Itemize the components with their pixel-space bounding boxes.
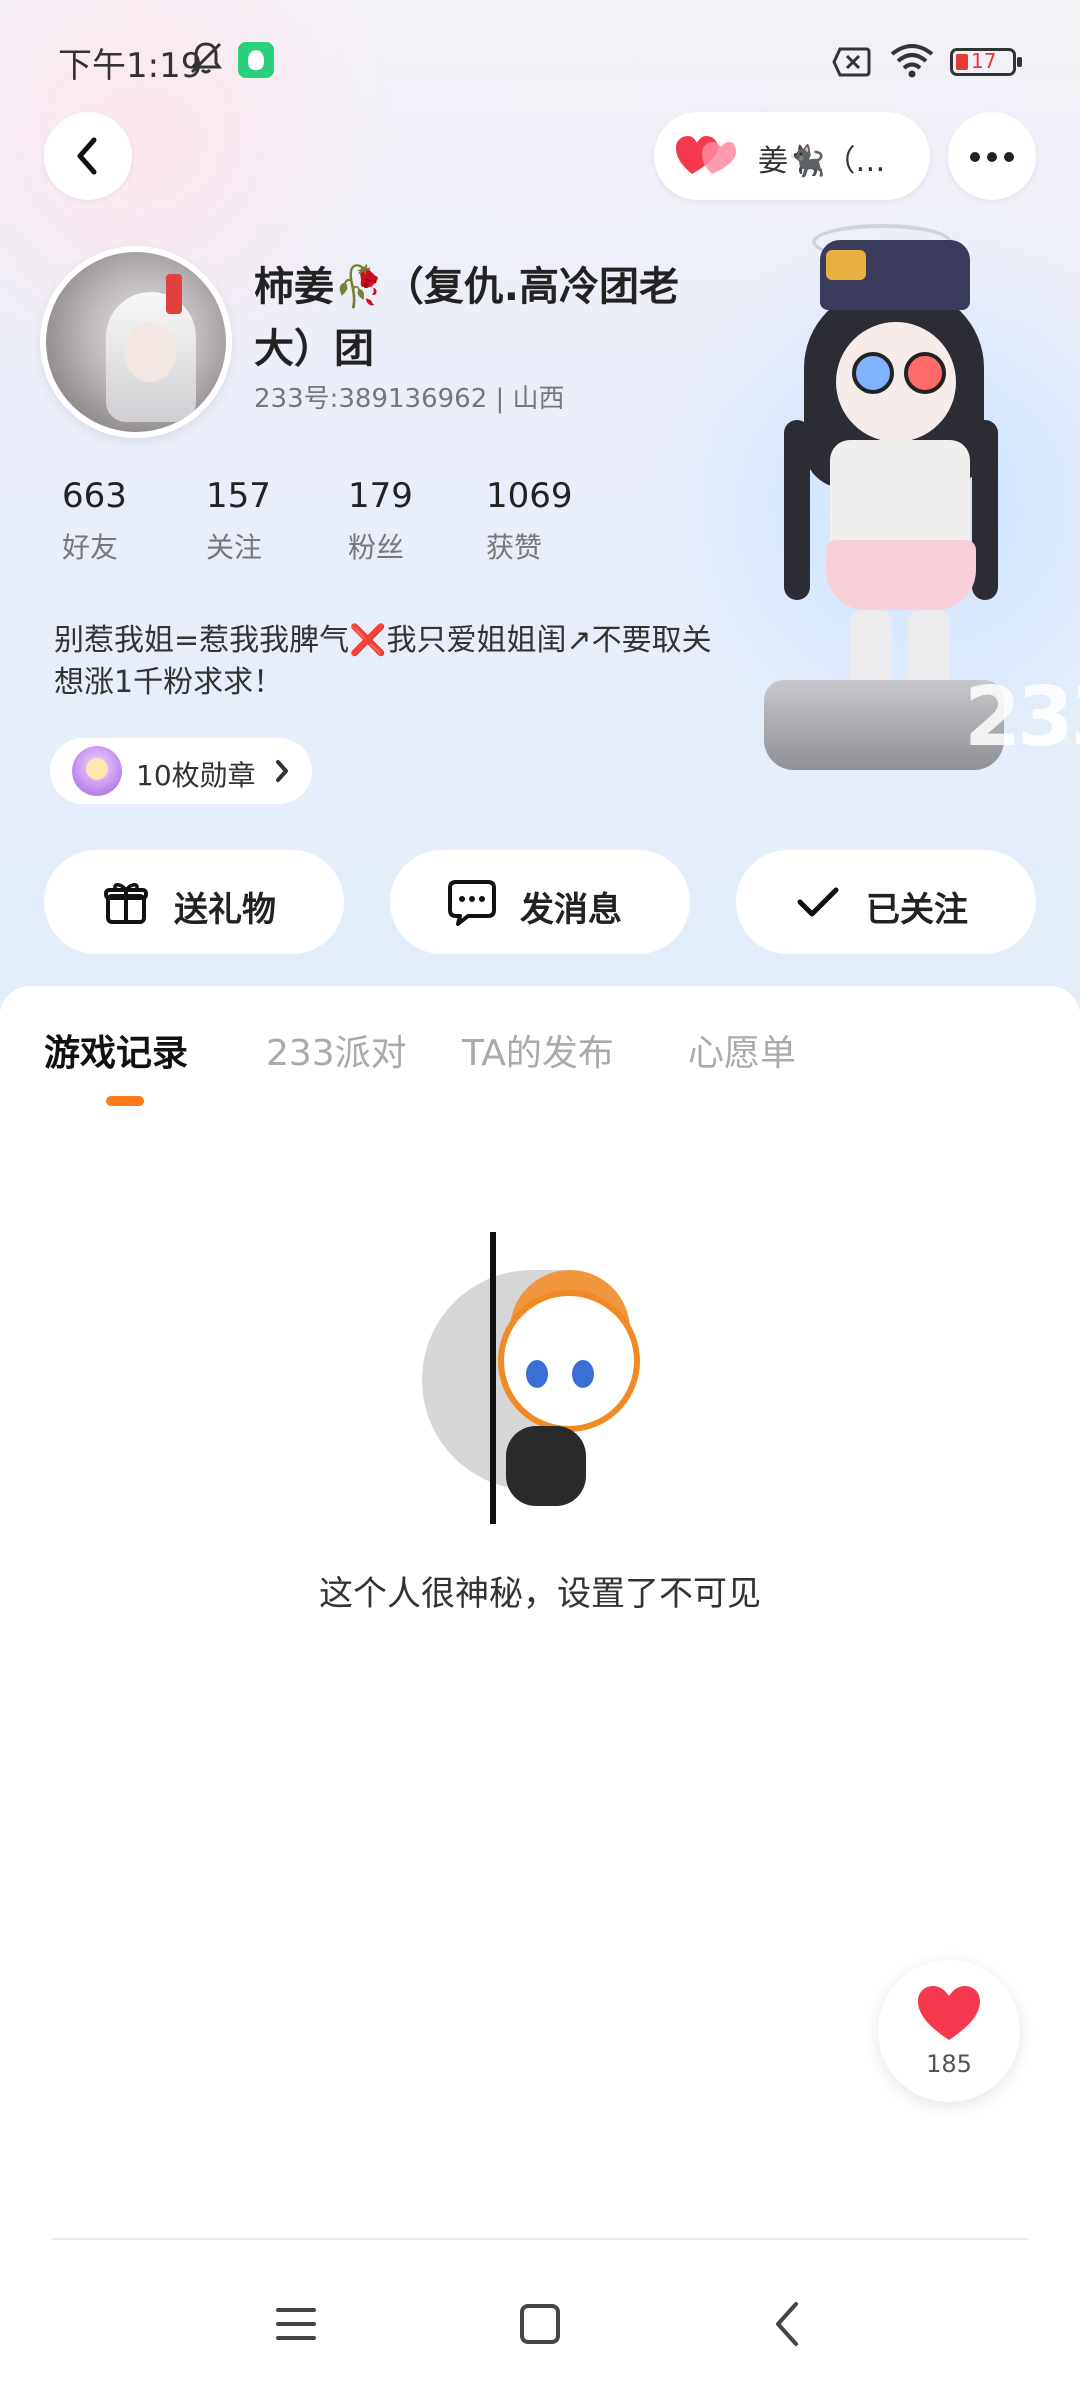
profile-name: 柿姜🥀（复仇.高冷团老大）团: [254, 264, 679, 372]
character-glasses-left: [852, 352, 894, 394]
followed-button[interactable]: 已关注: [736, 850, 1036, 954]
gift-icon: [104, 883, 148, 924]
more-options-button[interactable]: [948, 112, 1036, 200]
more-dots-icon: [970, 152, 980, 162]
back-button[interactable]: [44, 112, 132, 200]
medal-icon: [72, 746, 122, 796]
character-skirt: [826, 540, 976, 610]
status-time: 下午1:19: [58, 46, 203, 86]
stat-label: 获赞: [486, 531, 543, 564]
system-back-icon[interactable]: [760, 2296, 816, 2352]
followed-label: 已关注: [866, 890, 968, 930]
character-glasses-right: [904, 352, 946, 394]
character-hat: [820, 240, 970, 310]
stat-fans[interactable]: 179 粉丝: [348, 476, 413, 566]
profile-bio: 别惹我姐=惹我我脾气❌我只爱姐姐闺↗不要取关想涨1千粉求求！: [54, 623, 712, 700]
more-dots-icon: [987, 152, 997, 162]
stat-likes[interactable]: 1069 获赞: [486, 476, 573, 566]
message-icon: [448, 880, 496, 926]
bottom-divider: [52, 2238, 1028, 2240]
double-heart-icon: [676, 136, 736, 174]
wifi-icon: [890, 44, 934, 78]
tab-ta-posts[interactable]: TA的发布: [462, 1024, 614, 1076]
chevron-left-icon: [77, 137, 97, 175]
battery-level: [956, 54, 968, 70]
battery-percent: 17: [971, 49, 997, 73]
like-button[interactable]: 185: [878, 1960, 1020, 2102]
stat-friends[interactable]: 663 好友: [62, 476, 127, 566]
app-notification-icon: [238, 42, 274, 78]
battery-icon: 17: [950, 48, 1022, 76]
illustration-eye: [572, 1360, 594, 1388]
heart-icon: [918, 1986, 980, 2040]
send-gift-label: 送礼物: [174, 890, 276, 930]
no-sim-icon: [832, 47, 871, 77]
badges-button[interactable]: 10枚勋章: [50, 738, 312, 804]
close-friend-button[interactable]: 姜🐈‍⬛（…: [654, 112, 930, 200]
notification-muted-icon: [190, 42, 222, 74]
illustration-body: [506, 1426, 586, 1506]
illustration-face: [498, 1290, 640, 1432]
character-avatar-figure[interactable]: 233: [740, 210, 1080, 810]
like-count: 185: [926, 2050, 972, 2078]
active-tab-indicator: [106, 1096, 144, 1106]
recent-apps-menu-icon[interactable]: [268, 2296, 324, 2352]
empty-state-illustration: [420, 1230, 660, 1530]
tab-wishlist[interactable]: 心愿单: [688, 1024, 796, 1076]
stat-value: 1069: [486, 476, 573, 516]
send-message-label: 发消息: [520, 890, 622, 930]
home-square-icon[interactable]: [512, 2296, 568, 2352]
content-panel: [0, 986, 1080, 2400]
avatar-image-accent: [166, 274, 182, 314]
stat-label: 关注: [206, 531, 263, 564]
send-gift-button[interactable]: 送礼物: [44, 850, 344, 954]
illustration-eye: [526, 1360, 548, 1388]
stat-value: 157: [206, 476, 271, 516]
tab-game-records[interactable]: 游戏记录: [44, 1024, 188, 1076]
avatar-image-face: [124, 322, 176, 382]
stat-value: 179: [348, 476, 413, 516]
checkmark-icon: [797, 887, 839, 917]
chevron-right-icon: [276, 760, 288, 782]
badges-label: 10枚勋章: [136, 759, 256, 792]
illustration-wall-line: [490, 1232, 496, 1524]
send-message-button[interactable]: 发消息: [390, 850, 690, 954]
status-bar: 下午1:19 17: [0, 0, 1080, 120]
stat-label: 好友: [62, 531, 119, 564]
tab-233-party[interactable]: 233派对: [266, 1024, 407, 1076]
platform-watermark: 233: [964, 670, 1080, 765]
stat-following[interactable]: 157 关注: [206, 476, 271, 566]
stat-label: 粉丝: [348, 531, 405, 564]
more-dots-icon: [1004, 152, 1014, 162]
avatar[interactable]: [40, 246, 232, 438]
empty-state-message: 这个人很神秘，设置了不可见: [319, 1574, 761, 1614]
profile-id-location: 233号:389136962 | 山西: [254, 384, 565, 414]
close-friend-name: 姜🐈‍⬛（…: [758, 144, 886, 179]
stat-value: 663: [62, 476, 127, 516]
